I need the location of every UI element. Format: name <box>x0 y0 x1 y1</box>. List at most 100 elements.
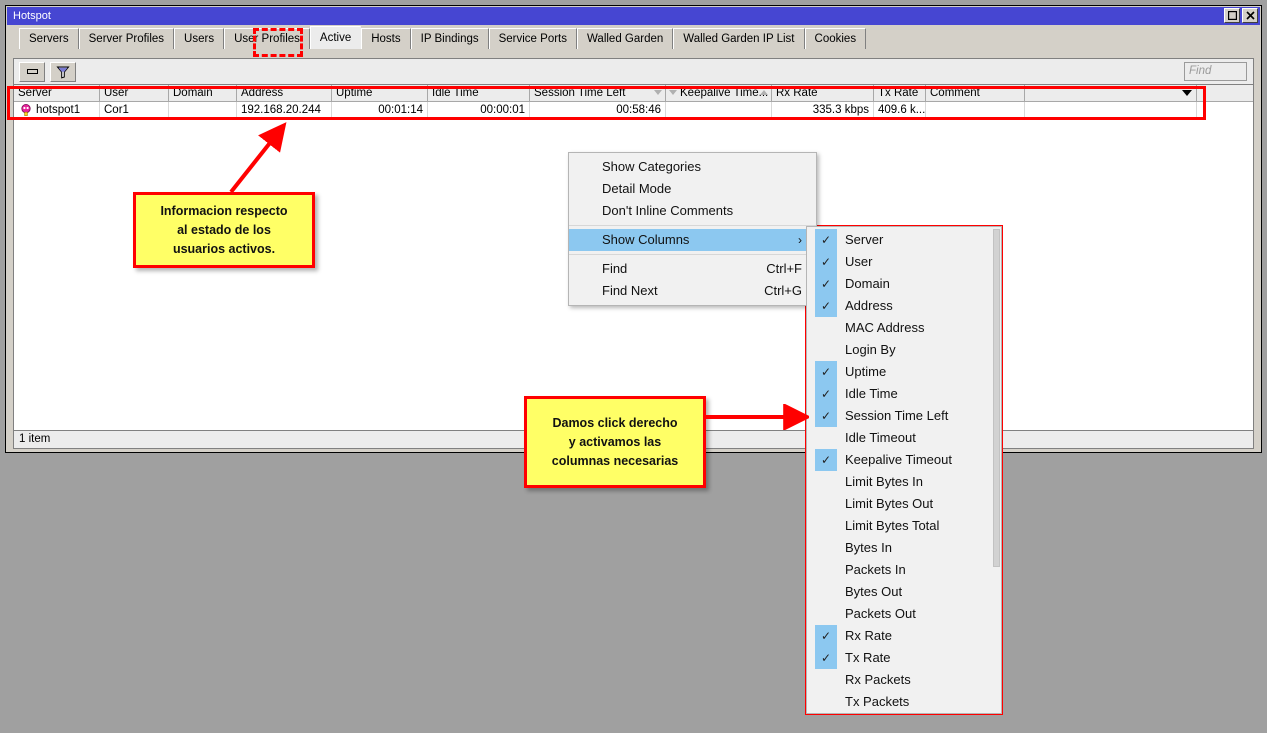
find-input[interactable]: Find <box>1184 62 1247 81</box>
column-toggle-bytes-out[interactable]: Bytes Out <box>807 581 1001 603</box>
column-header-label: Tx Rate <box>878 87 919 99</box>
tab-walled-garden-ip-list[interactable]: Walled Garden IP List <box>673 28 805 49</box>
column-header-user[interactable]: User <box>100 85 169 101</box>
column-header-idle-time[interactable]: Idle Time <box>428 85 530 101</box>
column-header-tx-rate[interactable]: Tx Rate <box>874 85 926 101</box>
checkmark-icon[interactable]: ✓ <box>815 625 837 647</box>
tab-walled-garden[interactable]: Walled Garden <box>577 28 674 49</box>
menu-item-don-t-inline-comments[interactable]: Don't Inline Comments <box>569 200 816 222</box>
checkbox-empty-icon[interactable] <box>815 515 837 537</box>
column-toggle-limit-bytes-total[interactable]: Limit Bytes Total <box>807 515 1001 537</box>
column-toggle-idle-time[interactable]: ✓ Idle Time <box>807 383 1001 405</box>
cell-comment <box>926 102 1025 118</box>
column-toggle-label: Login By <box>845 342 896 357</box>
column-toggle-bytes-in[interactable]: Bytes In <box>807 537 1001 559</box>
column-toggle-address[interactable]: ✓ Address <box>807 295 1001 317</box>
checkmark-icon[interactable]: ✓ <box>815 383 837 405</box>
column-toggle-packets-out[interactable]: Packets Out <box>807 603 1001 625</box>
checkbox-empty-icon[interactable] <box>815 471 837 493</box>
menu-item-show-categories[interactable]: Show Categories <box>569 156 816 178</box>
checkmark-icon[interactable]: ✓ <box>815 251 837 273</box>
cell-tx-rate: 409.6 k... <box>874 102 926 118</box>
checkbox-empty-icon[interactable] <box>815 427 837 449</box>
column-header-domain[interactable]: Domain <box>169 85 237 101</box>
menu-item-find-next[interactable]: Find Next Ctrl+G <box>569 280 816 302</box>
menu-item-find[interactable]: Find Ctrl+F <box>569 258 816 280</box>
column-toggle-limit-bytes-out[interactable]: Limit Bytes Out <box>807 493 1001 515</box>
check-glyph: ✓ <box>820 233 832 247</box>
column-toggle-uptime[interactable]: ✓ Uptime <box>807 361 1001 383</box>
column-header-keepalive-time-[interactable]: Keepalive Time... <box>666 85 772 101</box>
tab-user-profiles[interactable]: User Profiles <box>224 28 310 49</box>
tab-server-profiles[interactable]: Server Profiles <box>78 28 175 49</box>
remove-button[interactable] <box>19 61 45 82</box>
checkbox-empty-icon[interactable] <box>815 669 837 691</box>
column-chooser-chevron-down-icon[interactable] <box>1182 90 1192 96</box>
tab-users[interactable]: Users <box>174 28 225 49</box>
column-header-comment[interactable]: Comment <box>926 85 1025 101</box>
checkmark-icon[interactable]: ✓ <box>815 229 837 251</box>
tab-ip-bindings[interactable]: IP Bindings <box>410 28 489 49</box>
column-toggle-domain[interactable]: ✓ Domain <box>807 273 1001 295</box>
context-menu[interactable]: Show Categories Detail Mode Don't Inline C… <box>568 152 817 306</box>
column-toggle-server[interactable]: ✓ Server <box>807 229 1001 251</box>
checkbox-empty-icon[interactable] <box>815 493 837 515</box>
column-toggle-tx-rate[interactable]: ✓ Tx Rate <box>807 647 1001 669</box>
tab-active[interactable]: Active <box>309 26 362 49</box>
table-row[interactable]: hotspot1 Cor1 192.168.20.244 00:01:14 00:00:… <box>14 102 1253 118</box>
close-button[interactable] <box>1242 8 1258 23</box>
tab-servers[interactable]: Servers <box>19 28 79 49</box>
checkmark-icon[interactable]: ✓ <box>815 361 837 383</box>
column-toggle-rx-rate[interactable]: ✓ Rx Rate <box>807 625 1001 647</box>
column-toggle-keepalive-timeout[interactable]: ✓ Keepalive Timeout <box>807 449 1001 471</box>
checkbox-empty-icon[interactable] <box>815 317 837 339</box>
column-toggle-user[interactable]: ✓ User <box>807 251 1001 273</box>
filter-button[interactable] <box>50 61 76 82</box>
check-glyph: ✓ <box>820 277 832 291</box>
cell-session-time-left: 00:58:46 <box>530 102 666 118</box>
checkmark-icon[interactable]: ✓ <box>815 273 837 295</box>
check-glyph: ✓ <box>820 365 832 379</box>
tab-service-ports[interactable]: Service Ports <box>488 28 577 49</box>
annotation-line: usuarios activos. <box>172 241 276 256</box>
column-header-uptime[interactable]: Uptime <box>332 85 428 101</box>
column-toggle-label: Bytes In <box>845 540 892 555</box>
column-header-blank[interactable] <box>1025 85 1197 101</box>
checkbox-empty-icon[interactable] <box>815 537 837 559</box>
tab-hosts[interactable]: Hosts <box>361 28 411 49</box>
column-header-rx-rate[interactable]: Rx Rate <box>772 85 874 101</box>
checkbox-empty-icon[interactable] <box>815 603 837 625</box>
columns-menu-scrollbar-thumb[interactable] <box>993 229 1000 567</box>
column-toggle-session-time-left[interactable]: ✓ Session Time Left <box>807 405 1001 427</box>
column-toggle-tx-packets[interactable]: Tx Packets <box>807 691 1001 713</box>
item-count-label: 1 item <box>19 433 51 445</box>
checkmark-icon[interactable]: ✓ <box>815 647 837 669</box>
column-toggle-label: Packets In <box>845 562 906 577</box>
column-toggle-label: Bytes Out <box>845 584 903 599</box>
column-header-server[interactable]: Server <box>14 85 100 101</box>
cell-text: 00:00:01 <box>480 104 525 116</box>
checkbox-empty-icon[interactable] <box>815 559 837 581</box>
column-toggle-rx-packets[interactable]: Rx Packets <box>807 669 1001 691</box>
menu-item-detail-mode[interactable]: Detail Mode <box>569 178 816 200</box>
maximize-button[interactable] <box>1224 8 1240 23</box>
checkmark-icon[interactable]: ✓ <box>815 405 837 427</box>
column-header-address[interactable]: Address <box>237 85 332 101</box>
column-toggle-idle-timeout[interactable]: Idle Timeout <box>807 427 1001 449</box>
checkmark-icon[interactable]: ✓ <box>815 449 837 471</box>
cell-address: 192.168.20.244 <box>237 102 332 118</box>
column-toggle-label: Packets Out <box>845 606 916 621</box>
show-columns-submenu[interactable]: ✓ Server ✓ User ✓ Domain ✓ Address MAC Address Lo… <box>806 226 1002 714</box>
checkbox-empty-icon[interactable] <box>815 339 837 361</box>
checkbox-empty-icon[interactable] <box>815 691 837 713</box>
checkbox-empty-icon[interactable] <box>815 581 837 603</box>
column-toggle-limit-bytes-in[interactable]: Limit Bytes In <box>807 471 1001 493</box>
checkmark-icon[interactable]: ✓ <box>815 295 837 317</box>
column-header-session-time-left[interactable]: Session Time Left <box>530 85 666 101</box>
annotation-line: Informacion respecto <box>160 203 288 218</box>
column-toggle-mac-address[interactable]: MAC Address <box>807 317 1001 339</box>
column-toggle-packets-in[interactable]: Packets In <box>807 559 1001 581</box>
column-toggle-login-by[interactable]: Login By <box>807 339 1001 361</box>
tab-cookies[interactable]: Cookies <box>804 28 867 49</box>
menu-item-show-columns[interactable]: Show Columns › <box>569 229 816 251</box>
